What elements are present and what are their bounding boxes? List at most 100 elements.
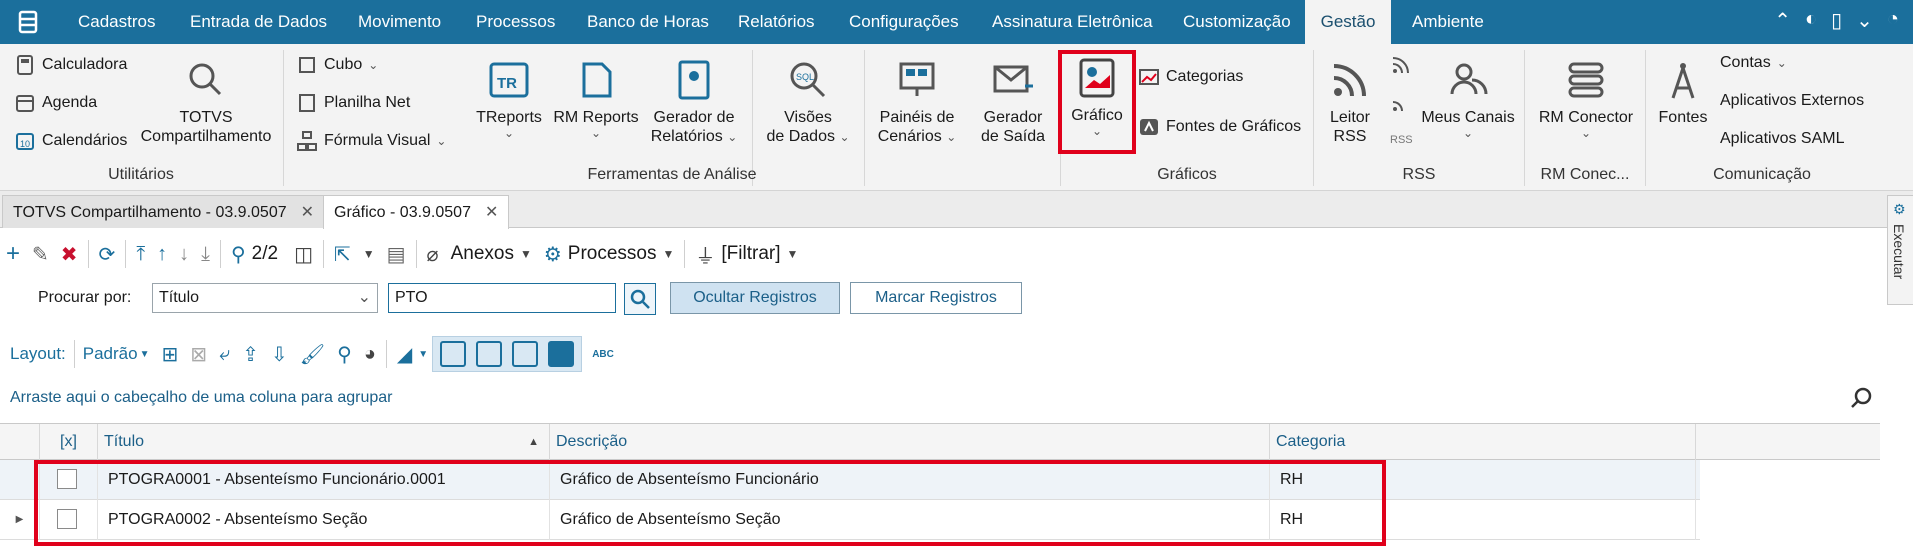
marcar-registros-button[interactable]: Marcar Registros [850,282,1022,314]
paperclip-icon[interactable]: ⌀ [421,234,445,274]
rss-small-icon[interactable] [1390,54,1412,76]
columns-icon[interactable]: ◫ [288,234,319,274]
layout-view-2-icon[interactable] [476,341,503,367]
padrao-dropdown[interactable]: Padrão [83,344,138,364]
header-titulo[interactable]: Título ▲ [98,424,550,460]
pin-icon[interactable]: ⚲ [331,334,358,374]
tab-totvs-compartilhamento[interactable]: TOTVS Compartilhamento - 03.9.0507 ✕ [2,195,326,228]
delete-icon[interactable]: ✖ [55,234,84,274]
globe-icon[interactable]: ◐ [1805,8,1817,33]
leitor-rss-button[interactable]: Leitor RSS [1318,58,1382,146]
menu-configuracoes[interactable]: Configurações [849,0,959,44]
previous-record-icon[interactable]: ↑ [151,234,173,274]
menu-gestao[interactable]: Gestão [1305,0,1391,44]
caret-down-icon[interactable]: ▼ [138,334,156,374]
help-icon[interactable]: ◔ [1887,8,1899,33]
chart-layout-icon[interactable]: ◢ [391,334,418,374]
upload-layout-icon[interactable]: ⇪ [236,334,265,374]
tab-label: Gráfico - 03.9.0507 [334,204,471,221]
document-icon[interactable]: ▤ [381,234,412,274]
calculadora-button[interactable]: Calculadora [14,54,127,76]
calendarios-button[interactable]: 10 Calendários [14,130,127,152]
fontes-graficos-button[interactable]: Fontes de Gráficos [1138,116,1301,138]
paineis-label-1: Painéis de [879,109,955,126]
next-record-icon[interactable]: ↓ [173,234,195,274]
planilha-net-button[interactable]: Planilha Net [296,92,410,114]
agenda-button[interactable]: Agenda [14,92,97,114]
filtrar-button[interactable]: [Filtrar] [721,243,780,265]
paint-icon[interactable]: 🖌 [294,334,331,374]
caret-down-icon[interactable]: ▼ [657,234,681,274]
grid-search-icon[interactable] [1850,386,1874,410]
paineis-cenarios-button[interactable]: Painéis de Cenários ⌄ [872,58,962,146]
search-input[interactable]: PTO [388,283,616,313]
menu-customizacao[interactable]: Customização [1183,0,1291,44]
categorias-button[interactable]: Categorias [1138,66,1243,88]
close-icon[interactable]: ✕ [485,204,498,221]
window-icon[interactable]: ▯ [1831,8,1842,33]
search-icon[interactable]: ⚲ [225,234,252,274]
add-layout-icon[interactable]: ⊞ [156,334,185,374]
header-categoria[interactable]: Categoria [1270,424,1696,460]
header-check[interactable]: [x] [40,424,98,460]
aplicativos-externos-button[interactable]: Aplicativos Externos [1720,92,1864,110]
edit-icon[interactable]: ✎ [26,234,55,274]
caret-down-icon[interactable]: ▼ [514,234,538,274]
rm-reports-button[interactable]: RM Reports ⌄ [550,58,642,139]
last-record-icon[interactable]: ⤓ [195,234,216,274]
layout-view-3-icon[interactable] [512,341,539,367]
cubo-button[interactable]: Cubo ⌄ [296,54,378,76]
first-record-icon[interactable]: ⤒ [130,234,151,274]
executar-sidebar[interactable]: ⚙ Executar [1887,195,1913,305]
rm-conector-button[interactable]: RM Conector ⌄ [1532,58,1640,139]
rss-add-icon[interactable] [1390,92,1412,114]
download-layout-icon[interactable]: ⇩ [265,334,294,374]
menu-relatorios[interactable]: Relatórios [738,0,815,44]
save-layout-icon[interactable]: ⤶ [213,334,236,374]
layout-view-4-icon[interactable] [548,341,575,367]
formula-visual-button[interactable]: Fórmula Visual ⌄ [296,130,446,152]
caret-down-icon[interactable]: ▼ [357,234,381,274]
group-rm-conec: RM Conec... [1540,166,1630,183]
fontes-comunicacao-button[interactable]: Fontes [1652,58,1714,127]
menu-processos[interactable]: Processos [476,0,555,44]
caret-down-icon[interactable]: ▼ [418,334,432,374]
processos-button[interactable]: Processos [568,243,657,265]
search-button[interactable] [624,283,656,315]
menu-assinatura-eletronica[interactable]: Assinatura Eletrônica [992,0,1153,44]
menu-bar: Cadastros Entrada de Dados Movimento Pro… [0,0,1913,44]
gerador-relatorios-button[interactable]: Gerador de Relatórios ⌄ [646,58,742,146]
search-field-select[interactable]: Título ⌄ [152,283,378,313]
meus-canais-button[interactable]: Meus Canais ⌄ [1420,58,1516,139]
tab-grafico[interactable]: Gráfico - 03.9.0507 ✕ [323,195,510,229]
visoes-de-dados-button[interactable]: SQL Visões de Dados ⌄ [760,58,856,146]
menu-ambiente[interactable]: Ambiente [1412,0,1484,44]
contas-button[interactable]: Contas ⌄ [1720,54,1787,72]
refresh-icon[interactable]: ⟳ [93,234,122,274]
gerador-saida-button[interactable]: Gerador de Saída [972,58,1054,146]
group-by-hint[interactable]: Arraste aqui o cabeçalho de uma coluna p… [10,389,392,407]
menu-entrada-de-dados[interactable]: Entrada de Dados [190,0,327,44]
ocultar-registros-button[interactable]: Ocultar Registros [670,282,840,314]
header-descricao[interactable]: Descrição [550,424,1270,460]
close-icon[interactable]: ✕ [301,204,314,221]
treports-button[interactable]: TR TReports ⌄ [470,58,548,139]
color-icon[interactable]: ◕ [358,334,382,374]
menu-banco-de-horas[interactable]: Banco de Horas [587,0,709,44]
menu-cadastros[interactable]: Cadastros [78,0,155,44]
aplicativos-saml-button[interactable]: Aplicativos SAML [1720,130,1845,148]
caret-down-icon[interactable]: ▼ [781,234,805,274]
anexos-button[interactable]: Anexos [451,243,514,265]
chevron-down-icon[interactable]: ⌄ [1856,8,1873,33]
gear-icon[interactable]: ⚙ [538,234,568,274]
remove-layout-icon[interactable]: ⊠ [184,334,213,374]
menu-movimento[interactable]: Movimento [358,0,441,44]
app-menu-icon[interactable] [14,8,42,36]
spellcheck-icon[interactable]: ABC [592,349,614,360]
chevron-up-icon[interactable]: ⌃ [1774,8,1791,33]
add-icon[interactable]: + [0,234,26,274]
layout-view-1-icon[interactable] [440,341,467,367]
filter-icon[interactable]: ⏚ [689,234,721,274]
totvs-compartilhamento-button[interactable]: TOTVS Compartilhamento [138,58,274,146]
export-icon[interactable]: ⇱ [328,234,357,274]
